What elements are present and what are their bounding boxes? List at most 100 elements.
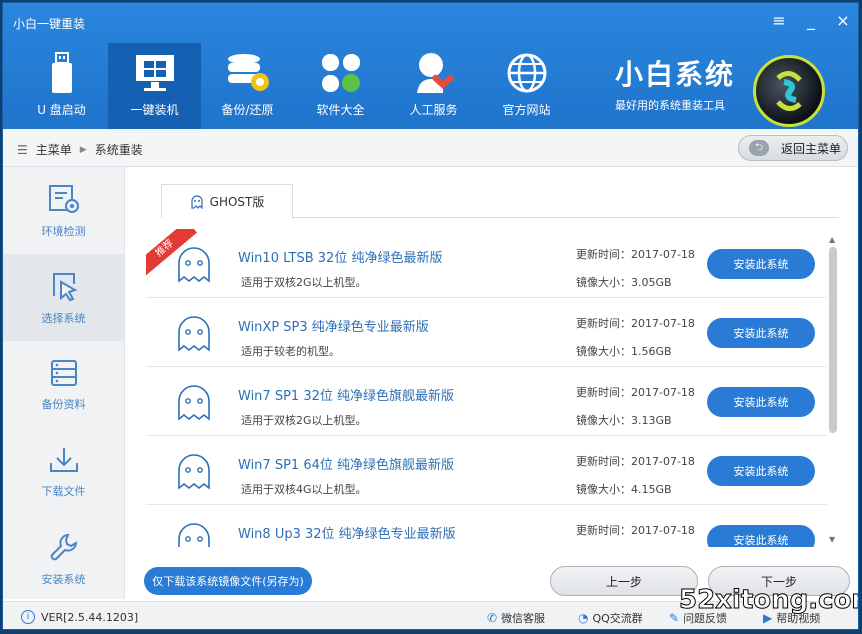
scroll-down-icon[interactable]: ▼ bbox=[829, 535, 835, 544]
monitor-icon bbox=[131, 49, 179, 97]
ghost-os-icon bbox=[178, 385, 210, 421]
sidebar: 环境检测 选择系统 备份资料 下载文件 安装系统 bbox=[3, 167, 125, 599]
system-row: Win7 SP1 32位 纯净绿色旗舰最新版 适用于双核2G以上机型。 更新时间… bbox=[146, 367, 827, 436]
system-desc: 适用于较老的机型。 bbox=[241, 345, 340, 358]
feedback-icon: ✎ bbox=[669, 611, 680, 625]
ghost-os-icon bbox=[178, 454, 210, 490]
qq-icon: ◔ bbox=[578, 611, 589, 625]
sidebar-item-select-system[interactable]: 选择系统 bbox=[3, 254, 124, 341]
breadcrumb-bar: ☰ 主菜单 ▶ 系统重装 ⮌ 返回主菜单 bbox=[3, 129, 858, 167]
brand-slogan: 最好用的系统重装工具 bbox=[615, 99, 725, 112]
install-system-button[interactable]: 安装此系统 bbox=[707, 249, 815, 279]
qq-label: QQ交流群 bbox=[592, 612, 643, 625]
back-arrow-icon: ⮌ bbox=[749, 140, 769, 156]
nav-label: 人工服务 bbox=[409, 103, 458, 117]
download-icon bbox=[49, 447, 78, 472]
nav-usb-boot[interactable]: U 盘启动 bbox=[15, 43, 108, 129]
breadcrumb-home[interactable]: 主菜单 bbox=[36, 141, 72, 158]
sidebar-item-install[interactable]: 安装系统 bbox=[3, 515, 124, 602]
nav-label: 备份/还原 bbox=[221, 103, 274, 117]
system-updated: 更新时间：2017-07-18 bbox=[576, 317, 695, 330]
system-row: Win7 SP1 64位 纯净绿色旗舰最新版 适用于双核4G以上机型。 更新时间… bbox=[146, 436, 827, 505]
breadcrumb-current: 系统重装 bbox=[94, 143, 143, 157]
sidebar-label: 下载文件 bbox=[41, 484, 86, 498]
install-tool-icon bbox=[50, 533, 77, 560]
system-desc: 适用于双核2G以上机型。 bbox=[241, 276, 367, 289]
env-check-icon bbox=[48, 184, 79, 213]
brand-name: 小白系统 bbox=[615, 58, 736, 91]
list-menu-icon: ☰ bbox=[17, 142, 28, 157]
wechat-service-link[interactable]: ✆ 微信客服 bbox=[487, 610, 545, 626]
app-window: 小白一键重装 ≡ _ × U 盘启动 一键装机 备份/还原 软件大全 人工服务 … bbox=[2, 2, 859, 630]
menu-icon[interactable]: ≡ bbox=[770, 11, 788, 31]
system-size: 镜像大小：3.05GB bbox=[576, 276, 672, 289]
install-system-button[interactable]: 安装此系统 bbox=[707, 387, 815, 417]
watermark: 52xitong.com bbox=[679, 585, 859, 616]
prev-step-button[interactable]: 上一步 bbox=[550, 566, 698, 596]
system-updated: 更新时间：2017-07-18 bbox=[576, 386, 695, 399]
system-name: Win10 LTSB 32位 纯净绿色最新版 bbox=[238, 251, 443, 266]
nav-label: 官方网站 bbox=[502, 103, 551, 117]
close-icon[interactable]: × bbox=[834, 11, 852, 31]
install-system-button[interactable]: 安装此系统 bbox=[707, 456, 815, 486]
header: 小白一键重装 ≡ _ × U 盘启动 一键装机 备份/还原 软件大全 人工服务 … bbox=[3, 3, 858, 129]
list-scrollbar[interactable]: ▲ ▼ bbox=[829, 235, 837, 545]
usb-drive-icon bbox=[38, 49, 86, 97]
back-to-main-button[interactable]: ⮌ 返回主菜单 bbox=[738, 135, 848, 161]
ghost-os-icon bbox=[178, 316, 210, 352]
nav-human-service[interactable]: 人工服务 bbox=[387, 43, 480, 129]
system-size: 镜像大小：3.13GB bbox=[576, 414, 672, 427]
nav-official-site[interactable]: 官方网站 bbox=[480, 43, 573, 129]
breadcrumb-separator-icon: ▶ bbox=[79, 144, 87, 155]
nav-label: U 盘启动 bbox=[37, 103, 86, 117]
window-controls: ≡ _ × bbox=[770, 11, 852, 31]
system-size: 镜像大小：1.56GB bbox=[576, 345, 672, 358]
system-updated: 更新时间：2017-07-18 bbox=[576, 248, 695, 261]
sidebar-item-download[interactable]: 下载文件 bbox=[3, 428, 124, 515]
minimize-icon[interactable]: _ bbox=[802, 11, 820, 31]
brand-logo bbox=[753, 55, 825, 127]
top-nav: U 盘启动 一键装机 备份/还原 软件大全 人工服务 官方网站 bbox=[15, 43, 573, 129]
globe-icon bbox=[503, 49, 551, 97]
sidebar-label: 备份资料 bbox=[41, 397, 86, 411]
scroll-thumb[interactable] bbox=[829, 247, 837, 433]
version-info: i VER[2.5.44.1203] bbox=[21, 610, 138, 624]
breadcrumb: ☰ 主菜单 ▶ 系统重装 bbox=[17, 141, 143, 158]
ghost-os-icon bbox=[178, 523, 210, 547]
system-size: 镜像大小：4.15GB bbox=[576, 483, 672, 496]
brand: 小白系统 最好用的系统重装工具 bbox=[615, 53, 735, 113]
tab-label: GHOST版 bbox=[209, 195, 265, 209]
nav-backup-restore[interactable]: 备份/还原 bbox=[201, 43, 294, 129]
sidebar-label: 选择系统 bbox=[41, 311, 86, 325]
version-text: VER[2.5.44.1203] bbox=[41, 610, 139, 624]
select-system-icon bbox=[52, 272, 77, 301]
system-row: WinXP SP3 纯净绿色专业最新版 适用于较老的机型。 更新时间：2017-… bbox=[146, 298, 827, 367]
support-person-icon bbox=[410, 49, 458, 97]
download-image-only-button[interactable]: 仅下载该系统镜像文件(另存为) bbox=[144, 567, 312, 595]
sidebar-label: 环境检测 bbox=[41, 224, 86, 238]
nav-label: 软件大全 bbox=[316, 103, 365, 117]
info-icon: i bbox=[21, 610, 35, 624]
install-system-button[interactable]: 安装此系统 bbox=[707, 525, 815, 547]
tab-bar: GHOST版 bbox=[161, 184, 839, 219]
install-system-button[interactable]: 安装此系统 bbox=[707, 318, 815, 348]
wechat-icon: ✆ bbox=[487, 611, 498, 625]
database-icon bbox=[224, 49, 272, 97]
system-name: Win7 SP1 64位 纯净绿色旗舰最新版 bbox=[238, 458, 454, 473]
nav-one-click-install[interactable]: 一键装机 bbox=[108, 43, 201, 129]
system-updated: 更新时间：2017-07-18 bbox=[576, 455, 695, 468]
system-row: Win8 Up3 32位 纯净绿色专业最新版 更新时间：2017-07-18 安… bbox=[146, 505, 827, 547]
ghost-os-icon bbox=[178, 247, 210, 283]
system-desc: 适用于双核2G以上机型。 bbox=[241, 414, 367, 427]
system-updated: 更新时间：2017-07-18 bbox=[576, 524, 695, 537]
tab-ghost[interactable]: GHOST版 bbox=[161, 184, 293, 219]
system-row: 推荐 Win10 LTSB 32位 纯净绿色最新版 适用于双核2G以上机型。 更… bbox=[146, 229, 827, 298]
apps-icon bbox=[317, 49, 365, 97]
qq-group-link[interactable]: ◔ QQ交流群 bbox=[578, 610, 643, 626]
sidebar-item-env-check[interactable]: 环境检测 bbox=[3, 167, 124, 254]
sidebar-item-backup[interactable]: 备份资料 bbox=[3, 341, 124, 428]
app-title: 小白一键重装 bbox=[13, 17, 86, 31]
scroll-up-icon[interactable]: ▲ bbox=[829, 235, 835, 244]
nav-software[interactable]: 软件大全 bbox=[294, 43, 387, 129]
system-name: WinXP SP3 纯净绿色专业最新版 bbox=[238, 320, 429, 335]
